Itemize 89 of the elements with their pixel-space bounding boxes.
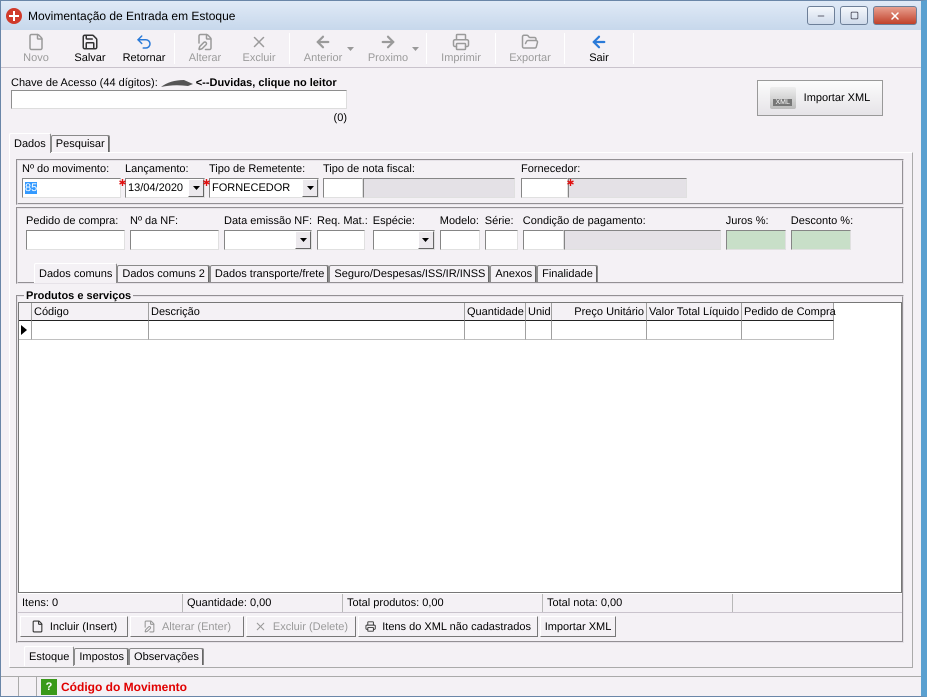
column-header[interactable]: Valor Total Líquido — [647, 303, 742, 321]
character-count: (0) — [334, 112, 347, 124]
tab[interactable]: Anexos — [490, 265, 538, 282]
field-label: Desconto %: — [790, 215, 854, 229]
dropdown-arrow-icon[interactable] — [192, 186, 200, 190]
barcode-scanner-icon[interactable] — [160, 78, 194, 88]
dropdown-arrow-icon[interactable] — [422, 238, 430, 242]
access-key-label: Chave de Acesso (44 dígitos): — [11, 77, 158, 89]
field-label: Nº do movimento: — [22, 163, 110, 177]
column-header[interactable]: Quantidade — [465, 303, 526, 321]
tab[interactable]: Seguro/Despesas/ISS/IR/INSS — [329, 265, 490, 282]
edit-document-icon — [142, 620, 156, 633]
status-message: Código do Movimento — [61, 678, 187, 696]
field-label: Pedido de compra: — [26, 215, 120, 229]
date-field[interactable] — [224, 230, 312, 250]
tab[interactable]: Dados — [9, 133, 51, 153]
text-field[interactable] — [130, 230, 219, 250]
tab[interactable]: Dados comuns 2 — [117, 265, 210, 282]
right-arrow-icon — [379, 33, 397, 51]
folder-icon — [521, 33, 539, 51]
document-icon — [30, 620, 44, 633]
field-label: Tipo de Remetente: — [209, 163, 306, 177]
group-title: Produtos e serviços — [25, 290, 132, 302]
close-button[interactable] — [873, 6, 917, 25]
field-label: Espécie: — [372, 215, 416, 229]
text-field[interactable] — [317, 230, 366, 250]
table-cell — [465, 321, 526, 340]
combo-box[interactable]: FORNECEDOR — [209, 178, 319, 198]
printer-icon — [452, 33, 470, 51]
column-header[interactable]: Código — [32, 303, 149, 321]
total-label: Total produtos: 0,00 — [343, 594, 543, 612]
x-icon — [254, 620, 267, 633]
help-icon[interactable]: ? — [41, 679, 57, 695]
column-header[interactable]: Descrição — [149, 303, 465, 321]
dropdown-arrow-icon[interactable] — [300, 238, 306, 242]
field-label: Condição de pagamento: — [522, 215, 647, 229]
field-label: Req. Mat.: — [317, 215, 368, 229]
toolbar-button[interactable]: Retornar — [117, 31, 171, 66]
tab[interactable]: Observações — [129, 648, 204, 665]
tab[interactable]: Estoque — [24, 646, 74, 666]
edit-document-icon — [196, 33, 214, 51]
close-icon — [889, 10, 901, 22]
table-cell — [526, 321, 552, 340]
field-label: Fornecedor: — [521, 163, 582, 177]
field-label: Modelo: — [440, 215, 480, 229]
tab[interactable]: Pesquisar — [50, 135, 110, 152]
field-label: Nº da NF: — [130, 215, 180, 229]
tab[interactable]: Finalidade — [537, 265, 598, 282]
text-field[interactable] — [26, 230, 125, 250]
toolbar-button[interactable]: Sair — [568, 31, 630, 66]
field-label: Tipo de nota fiscal: — [323, 163, 416, 177]
total-label: Quantidade: 0,00 — [183, 594, 343, 612]
row-pointer-icon — [21, 325, 27, 335]
code-field[interactable] — [323, 178, 363, 198]
date-field[interactable]: 13/04/2020 — [125, 178, 205, 198]
code-field[interactable] — [521, 178, 568, 198]
total-label: Total nota: 0,00 — [543, 594, 733, 612]
column-header[interactable]: Unid — [526, 303, 552, 321]
app-logo-icon — [5, 6, 23, 24]
window-title: Movimentação de Entrada em Estoque — [28, 8, 236, 22]
tab[interactable]: Dados comuns — [34, 263, 118, 283]
toolbar-button[interactable]: Salvar — [63, 31, 117, 66]
tab[interactable]: Impostos — [74, 648, 130, 665]
field-label: Lançamento: — [125, 163, 190, 177]
dropdown-arrow-icon[interactable] — [306, 186, 314, 190]
scanner-hint-link[interactable]: <--Duvidas, clique no leitor — [196, 77, 337, 89]
maximize-icon — [850, 11, 858, 20]
maximize-button[interactable] — [840, 6, 868, 25]
tab[interactable]: Dados transporte/frete — [210, 265, 330, 282]
text-field[interactable] — [484, 230, 518, 250]
minimize-button[interactable] — [807, 6, 835, 25]
access-key-field[interactable] — [11, 90, 347, 109]
code-field[interactable] — [522, 230, 564, 250]
total-label: Itens: 0 — [18, 594, 183, 612]
action-button[interactable]: Itens do XML não cadastrados — [358, 616, 538, 637]
field-label: Data emissão NF: — [224, 215, 312, 229]
printer-icon — [365, 620, 376, 633]
column-header[interactable]: Preço Unitário — [552, 303, 647, 321]
undo-arrow-icon — [135, 33, 153, 51]
percent-field[interactable] — [790, 230, 851, 250]
field-label: Juros %: — [726, 215, 770, 229]
percent-field[interactable] — [726, 230, 786, 250]
action-button[interactable]: Incluir (Insert) — [20, 616, 128, 637]
column-header[interactable]: Pedido de Compra — [742, 303, 834, 321]
text-field[interactable] — [440, 230, 480, 250]
combo-box[interactable] — [372, 230, 435, 250]
action-button[interactable]: Importar XML — [540, 616, 616, 637]
field-label: Série: — [484, 215, 515, 229]
document-icon — [27, 33, 45, 51]
